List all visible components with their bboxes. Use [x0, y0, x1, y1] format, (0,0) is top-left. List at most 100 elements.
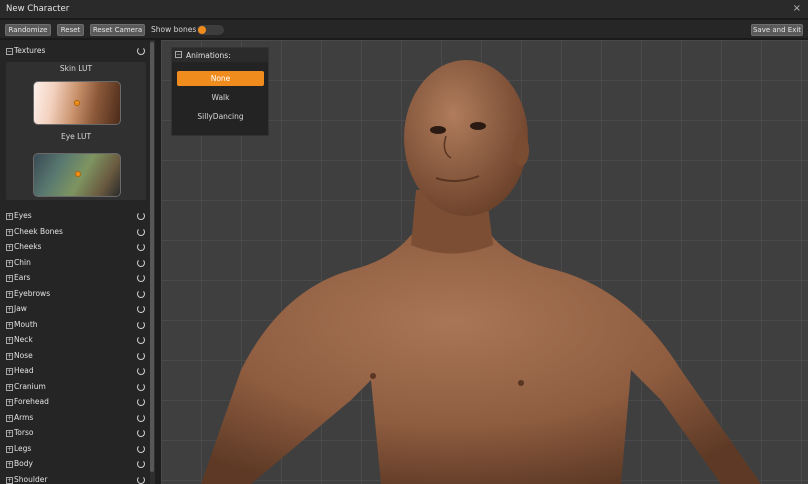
expand-icon: + [6, 414, 13, 422]
section-nose[interactable]: + Nose [0, 350, 150, 365]
window-title: New Character [6, 4, 70, 14]
section-label: Head [14, 366, 34, 375]
section-label: Mouth [14, 319, 38, 329]
randomize-button[interactable]: Randomize [5, 24, 51, 36]
section-label: Neck [14, 335, 33, 344]
reset-icon[interactable] [137, 274, 145, 282]
expand-icon: + [6, 461, 13, 468]
expand-icon: + [6, 352, 13, 360]
section-label: Chin [14, 257, 31, 267]
title-bar: New Character × [0, 0, 808, 19]
toolbar: Randomize Reset Reset Camera Show bones … [0, 20, 808, 39]
eye-lut-label: Eye LUT [60, 132, 92, 141]
toggle-knob [198, 26, 206, 34]
reset-icon[interactable] [137, 382, 145, 391]
animation-option-none[interactable]: None [177, 71, 264, 86]
section-body[interactable]: + Body [0, 458, 150, 473]
expand-icon: + [6, 383, 13, 391]
section-label: Arms [14, 412, 34, 422]
close-icon[interactable]: × [793, 3, 801, 14]
reset-icon[interactable] [137, 444, 145, 453]
reset-icon[interactable] [137, 413, 145, 422]
reset-icon[interactable] [137, 336, 145, 344]
sidebar-scrollbar-thumb[interactable] [150, 42, 154, 472]
animations-header[interactable]: − Animations: [172, 48, 268, 62]
save-and-exit-button[interactable]: Save and Exit [751, 24, 803, 36]
textures-panel: Skin LUT Eye LUT [6, 62, 146, 200]
section-arms[interactable]: + Arms [0, 412, 150, 427]
section-mouth[interactable]: + Mouth [0, 319, 150, 334]
expand-icon: + [6, 244, 13, 251]
section-label: Cheek Bones [14, 226, 63, 236]
section-cheeks[interactable]: + Cheeks [0, 241, 150, 256]
reset-icon[interactable] [137, 475, 145, 484]
animation-option-walk[interactable]: Walk [177, 90, 264, 105]
collapse-icon: − [175, 51, 182, 58]
reset-camera-button[interactable]: Reset Camera [90, 24, 145, 36]
reset-icon[interactable] [137, 227, 145, 236]
section-cranium[interactable]: + Cranium [0, 381, 150, 396]
section-label: Cranium [14, 381, 46, 391]
reset-icon[interactable] [137, 289, 145, 298]
expand-icon: + [6, 368, 13, 375]
reset-icon[interactable] [137, 243, 145, 251]
expand-icon: + [6, 306, 13, 313]
skin-lut-picker[interactable] [33, 81, 121, 125]
animation-option-sillydancing[interactable]: SillyDancing [177, 109, 264, 124]
skin-lut-label: Skin LUT [59, 64, 93, 73]
expand-icon: + [6, 337, 13, 344]
section-label: Shoulder [14, 474, 48, 484]
expand-icon: + [6, 399, 13, 406]
show-bones-label: Show bones [151, 25, 197, 34]
reset-icon[interactable] [137, 367, 145, 375]
textures-section-header[interactable]: − Textures [0, 45, 150, 60]
section-forehead[interactable]: + Forehead [0, 396, 150, 411]
section-ears[interactable]: + Ears [0, 272, 150, 287]
reset-icon[interactable] [137, 305, 145, 313]
section-eyes[interactable]: + Eyes [0, 210, 150, 225]
section-eyebrows[interactable]: + Eyebrows [0, 288, 150, 303]
skin-lut-handle[interactable] [74, 100, 80, 106]
animations-title: Animations: [186, 51, 231, 60]
expand-icon: + [6, 430, 13, 437]
expand-icon: + [6, 321, 13, 329]
section-label: Cheeks [14, 242, 42, 251]
section-label: Torso [14, 428, 34, 437]
section-label: Legs [14, 443, 32, 453]
section-label: Jaw [14, 304, 27, 313]
section-torso[interactable]: + Torso [0, 427, 150, 442]
section-label: Body [14, 459, 33, 468]
reset-icon[interactable] [137, 398, 145, 406]
expand-icon: + [6, 259, 13, 267]
expand-icon: + [6, 290, 13, 298]
section-chin[interactable]: + Chin [0, 257, 150, 272]
section-legs[interactable]: + Legs [0, 443, 150, 458]
section-label: Ears [14, 273, 31, 282]
reset-icon[interactable] [137, 460, 145, 468]
collapse-icon: − [6, 48, 13, 55]
section-label: Eyes [14, 211, 32, 220]
reset-icon[interactable] [137, 429, 145, 437]
reset-icon[interactable] [137, 212, 145, 220]
section-shoulder[interactable]: + Shoulder [0, 474, 150, 484]
reset-icon[interactable] [137, 351, 145, 360]
section-label: Eyebrows [14, 288, 51, 298]
section-neck[interactable]: + Neck [0, 334, 150, 349]
expand-icon: + [6, 476, 13, 484]
reset-icon[interactable] [137, 47, 145, 55]
eye-lut-handle[interactable] [75, 171, 81, 177]
show-bones-toggle[interactable] [197, 25, 224, 35]
expand-icon: + [6, 275, 13, 282]
section-jaw[interactable]: + Jaw [0, 303, 150, 318]
animations-panel: − Animations: None Walk SillyDancing [171, 47, 269, 136]
eye-lut-picker[interactable] [33, 153, 121, 197]
section-head[interactable]: + Head [0, 365, 150, 380]
reset-icon[interactable] [137, 320, 145, 329]
expand-icon: + [6, 445, 13, 453]
reset-icon[interactable] [137, 258, 145, 267]
expand-icon: + [6, 228, 13, 236]
textures-label: Textures [14, 46, 46, 55]
section-label: Forehead [14, 397, 49, 406]
section-cheek-bones[interactable]: + Cheek Bones [0, 226, 150, 241]
reset-button[interactable]: Reset [57, 24, 84, 36]
